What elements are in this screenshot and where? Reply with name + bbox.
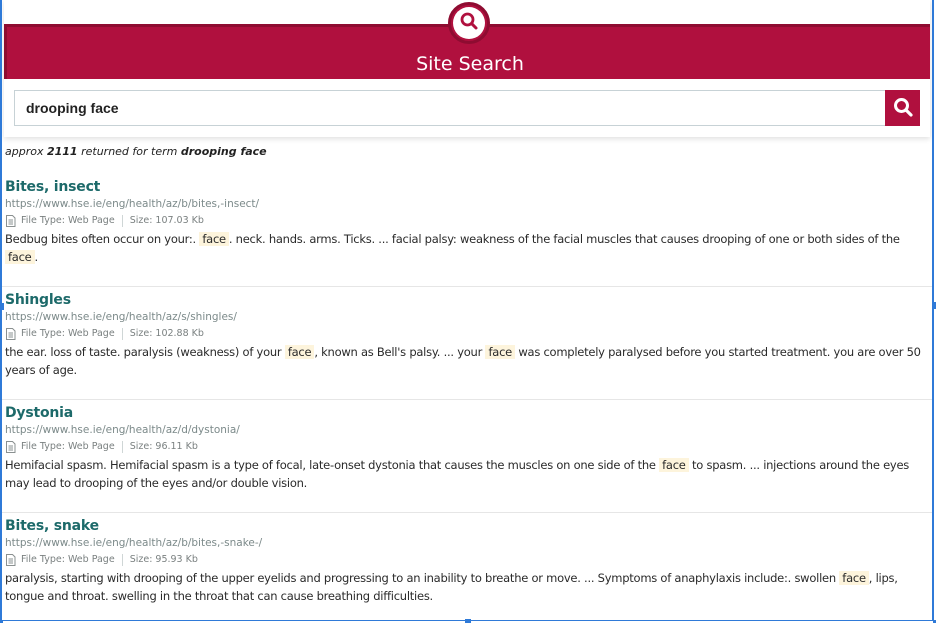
search-input[interactable]: [14, 90, 885, 126]
highlighted-term: face: [659, 458, 689, 472]
result-url-link[interactable]: https://www.hse.ie/eng/health/az/d/dysto…: [5, 422, 929, 439]
file-type: File Type: Web Page: [21, 554, 115, 565]
summary-prefix: approx: [5, 145, 44, 158]
results-list: Bites, insect https://www.hse.ie/eng/hea…: [0, 174, 934, 623]
result-snippet: Bedbug bites often occur on your:. face.…: [5, 230, 929, 266]
result-url-link[interactable]: https://www.hse.ie/eng/health/az/b/bites…: [5, 196, 929, 213]
snippet-text: .: [34, 250, 39, 264]
result-meta: File Type: Web Page Size: 102.88 Kb: [5, 326, 929, 342]
document-icon: [5, 441, 16, 453]
summary-middle: returned for term: [81, 145, 178, 158]
result-meta: File Type: Web Page Size: 95.93 Kb: [5, 552, 929, 568]
result-url-link[interactable]: https://www.hse.ie/eng/health/az/b/bites…: [5, 535, 929, 552]
file-size: Size: 95.93 Kb: [129, 554, 198, 565]
file-type: File Type: Web Page: [21, 328, 115, 339]
results-count: 2111: [46, 145, 78, 158]
search-widget: Site Search: [4, 0, 930, 137]
document-icon: [5, 554, 16, 566]
result-meta: File Type: Web Page Size: 107.03 Kb: [5, 213, 929, 229]
result-item: Dystonia https://www.hse.ie/eng/health/a…: [0, 400, 934, 513]
highlighted-term: face: [839, 571, 869, 585]
meta-divider: [121, 554, 123, 566]
snippet-text: , known as Bell's palsy. ... your: [314, 345, 486, 359]
snippet-text: Hemifacial spasm. Hemifacial spasm is a …: [5, 458, 660, 472]
document-icon: [5, 215, 16, 227]
highlighted-term: face: [284, 345, 315, 359]
snippet-text: the ear. loss of taste. paralysis (weakn…: [5, 345, 285, 359]
result-url-link[interactable]: https://www.hse.ie/eng/health/az/s/shing…: [5, 309, 929, 326]
file-size: Size: 102.88 Kb: [129, 328, 204, 339]
result-item: Bites, snake https://www.hse.ie/eng/heal…: [0, 513, 934, 623]
file-type: File Type: Web Page: [21, 441, 115, 452]
highlighted-term: face: [199, 232, 229, 246]
search-icon: [892, 96, 914, 121]
snippet-text: . neck. hands. arms. Ticks. ... facial p…: [228, 232, 900, 246]
document-icon: [5, 328, 16, 340]
search-icon: [459, 11, 479, 36]
snippet-text: Bedbug bites often occur on your:.: [5, 232, 200, 246]
highlighted-term: face: [5, 250, 35, 264]
file-type: File Type: Web Page: [21, 215, 115, 226]
result-item: Shingles https://www.hse.ie/eng/health/a…: [0, 287, 934, 400]
resize-handle-right[interactable]: [932, 302, 936, 309]
meta-divider: [121, 328, 123, 340]
file-size: Size: 107.03 Kb: [129, 215, 204, 226]
result-snippet: the ear. loss of taste. paralysis (weakn…: [5, 343, 929, 379]
file-size: Size: 96.11 Kb: [129, 441, 198, 452]
result-item: Bites, insect https://www.hse.ie/eng/hea…: [0, 174, 934, 287]
highlighted-term: face: [485, 345, 515, 359]
meta-divider: [121, 441, 123, 453]
result-snippet: Hemifacial spasm. Hemifacial spasm is a …: [5, 456, 929, 492]
result-title-link[interactable]: Bites, snake: [5, 517, 929, 535]
search-term: drooping face: [180, 145, 267, 158]
header-search-badge: [448, 2, 490, 44]
search-bar: [14, 90, 920, 126]
result-title-link[interactable]: Shingles: [5, 291, 929, 309]
resize-handle-left[interactable]: [0, 303, 4, 310]
meta-divider: [121, 215, 123, 227]
result-snippet: paralysis, starting with drooping of the…: [5, 569, 929, 605]
page-title: Site Search: [416, 53, 524, 75]
resize-handle-bottom[interactable]: [465, 619, 471, 623]
result-title-link[interactable]: Bites, insect: [5, 178, 929, 196]
result-title-link[interactable]: Dystonia: [5, 404, 929, 422]
snippet-text: paralysis, starting with drooping of the…: [5, 571, 840, 585]
result-meta: File Type: Web Page Size: 96.11 Kb: [5, 439, 929, 455]
results-summary: approx 2111 returned for term drooping f…: [5, 145, 267, 158]
search-button[interactable]: [885, 90, 920, 126]
